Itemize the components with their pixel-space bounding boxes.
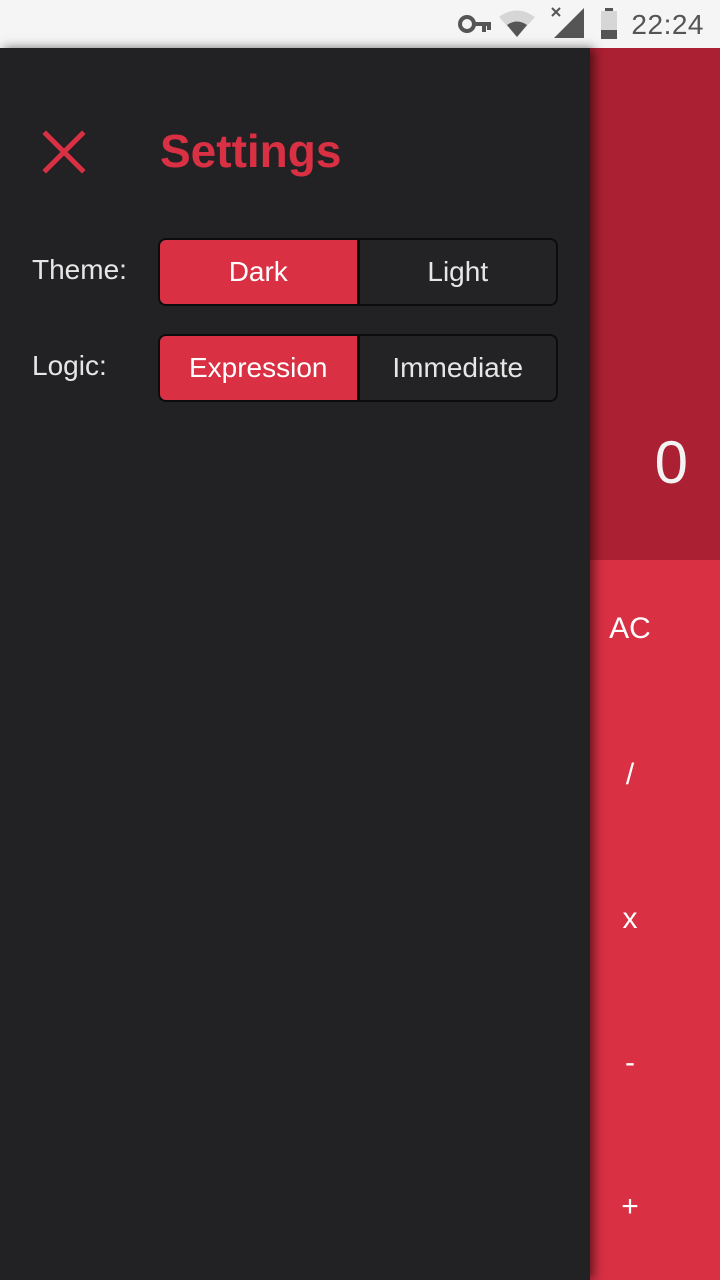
wifi-icon	[499, 10, 535, 37]
close-button[interactable]	[38, 126, 90, 178]
settings-drawer: Settings Theme: Dark Light Logic: Expres…	[0, 48, 590, 1280]
page-title: Settings	[160, 125, 342, 177]
logic-option-immediate[interactable]: Immediate	[356, 336, 557, 400]
theme-option-dark[interactable]: Dark	[160, 240, 357, 304]
logic-option-expression[interactable]: Expression	[160, 336, 357, 400]
logic-label: Logic:	[32, 350, 107, 381]
multiply-button[interactable]: x	[590, 902, 670, 936]
status-time: 22:24	[631, 9, 704, 40]
theme-option-light[interactable]: Light	[356, 240, 557, 304]
close-icon	[42, 130, 86, 174]
clear-button[interactable]: AC	[590, 612, 670, 646]
calculator-display: 0	[590, 48, 720, 560]
battery-icon	[601, 8, 617, 39]
theme-label: Theme:	[32, 254, 127, 285]
logic-segmented-control: Expression Immediate	[158, 334, 558, 402]
status-bar: 22:24	[0, 0, 720, 48]
add-button[interactable]: +	[590, 1190, 670, 1224]
theme-segmented-control: Dark Light	[158, 238, 558, 306]
subtract-button[interactable]: -	[590, 1046, 670, 1080]
divide-button[interactable]: /	[590, 758, 670, 792]
display-value: 0	[654, 429, 688, 496]
vpn-key-icon	[458, 15, 491, 33]
no-signal-icon	[551, 7, 584, 38]
operator-column: AC / x - +	[590, 560, 720, 1280]
